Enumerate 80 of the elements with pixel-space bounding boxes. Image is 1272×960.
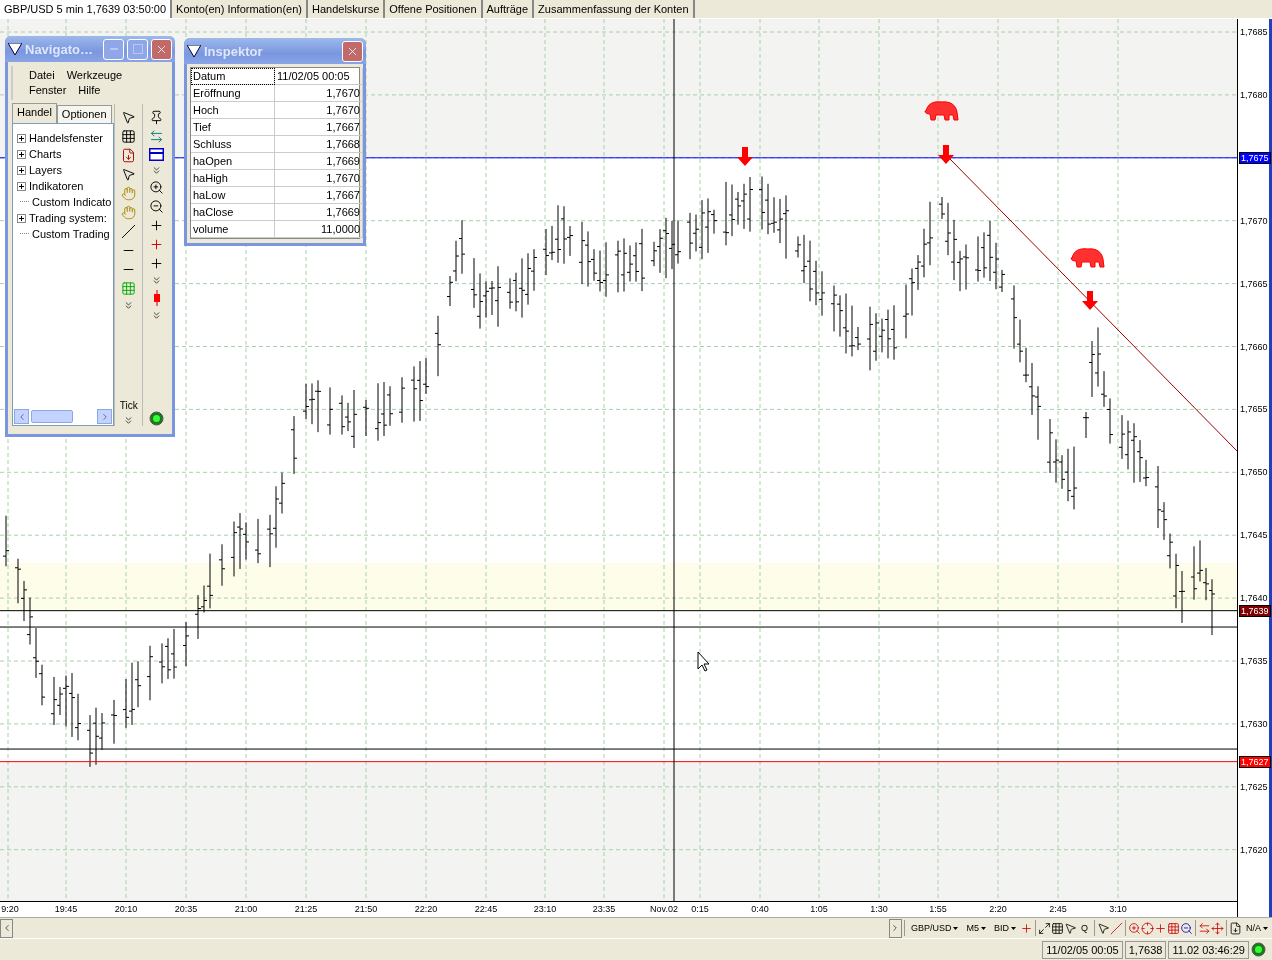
- table-cell: volume: [191, 221, 275, 238]
- axis-label: 1,7640: [1240, 593, 1268, 604]
- table-cell: 11/02/05 00:05: [275, 68, 363, 85]
- axis-label: 1,7670: [1240, 215, 1268, 226]
- table-cell: 1,7667: [275, 119, 363, 136]
- menu-item[interactable]: Datei: [23, 68, 61, 83]
- axis-label: 1,7665: [1240, 278, 1268, 289]
- axis-label: 1,7645: [1240, 530, 1268, 541]
- dropdown[interactable]: M5: [962, 920, 990, 937]
- axis-label: 2:45: [1049, 904, 1067, 914]
- table-cell: 1,7670: [275, 170, 363, 187]
- axis-label: 23:35: [592, 904, 616, 914]
- axis-label: 0:15: [691, 904, 709, 914]
- price-marker: 1,7675: [1239, 151, 1271, 164]
- price-marker: 1,7627: [1239, 755, 1271, 768]
- tree-item[interactable]: Trading system:: [29, 212, 107, 224]
- axis-label: 1,7620: [1240, 844, 1268, 855]
- axis-label: 9:20: [1, 904, 19, 914]
- axis-label: 21:00: [234, 904, 258, 914]
- table-cell: 1,7669: [275, 204, 363, 221]
- table-cell: haClose: [191, 204, 275, 221]
- axis-label: 20:35: [174, 904, 198, 914]
- dropdown[interactable]: GBP/USD: [906, 920, 963, 937]
- tree-item[interactable]: Indikatoren: [29, 180, 84, 192]
- table-cell: 1,7667: [275, 187, 363, 204]
- table-cell: Tief: [191, 119, 275, 136]
- tree-item[interactable]: Custom Trading: [32, 228, 110, 240]
- axis-label: 1,7660: [1240, 341, 1268, 352]
- table-cell: 1,7670: [275, 102, 363, 119]
- menu-item[interactable]: Werkzeuge: [60, 68, 129, 83]
- dropdown[interactable]: BID: [989, 920, 1020, 937]
- menu-item[interactable]: Fenster: [23, 83, 73, 98]
- table-cell: 1,7670: [275, 85, 363, 102]
- axis-label: 22:45: [474, 904, 498, 914]
- axis-label: 23:10: [533, 904, 557, 914]
- table-cell: haLow: [191, 187, 275, 204]
- status-clock: 11.02 03:46:29: [1168, 940, 1249, 959]
- window-title: Inspektor: [204, 43, 264, 59]
- axis-label: 1,7635: [1240, 656, 1268, 666]
- dropdown[interactable]: N/A: [1242, 920, 1272, 937]
- table-cell: haOpen: [191, 153, 275, 170]
- status-price: 1,7638: [1124, 940, 1167, 959]
- axis-label: 1:55: [929, 904, 947, 914]
- axis-label: 21:25: [294, 904, 318, 914]
- axis-label: 22:20: [414, 904, 438, 914]
- axis-label: 1,7680: [1240, 89, 1268, 100]
- tree-item[interactable]: Custom Indicato: [32, 196, 112, 208]
- axis-label: 1,7685: [1240, 27, 1268, 37]
- axis-label: 1,7650: [1240, 467, 1268, 478]
- axis-label: 0:40: [751, 904, 769, 914]
- tree-item[interactable]: Layers: [29, 164, 63, 176]
- table-cell: Hoch: [191, 102, 275, 119]
- menu-item[interactable]: Hilfe: [72, 83, 107, 98]
- tick-label[interactable]: Tick: [119, 400, 138, 411]
- axis-label: 1,7655: [1240, 404, 1268, 415]
- axis-label: 20:10: [114, 904, 138, 914]
- window-title: Navigato…: [25, 41, 94, 57]
- axis-label: 21:50: [354, 904, 378, 914]
- axis-label: 1,7630: [1240, 718, 1268, 729]
- table-cell: Eröffnung: [191, 85, 275, 102]
- table-cell: 1,7668: [275, 136, 363, 153]
- tab[interactable]: GBP/USD 5 min 1,7639 03:50:00: [0, 0, 173, 18]
- axis-label: 1,7625: [1240, 781, 1268, 792]
- table-cell: 1,7669: [275, 153, 363, 170]
- price-marker: 1,7639: [1239, 604, 1271, 617]
- table-cell: 11,0000: [275, 221, 363, 238]
- axis-label: 1:05: [810, 904, 828, 914]
- axis-label: 19:45: [54, 904, 78, 914]
- table-cell: haHigh: [191, 170, 275, 187]
- table-cell: Schluss: [191, 136, 275, 153]
- status-datetime: 11/02/05 00:05: [1042, 940, 1123, 959]
- table-cell: Datum: [191, 68, 275, 85]
- quote-button[interactable]: Q: [1076, 920, 1092, 937]
- tree-item[interactable]: Handelsfenster: [29, 132, 103, 144]
- tree-item[interactable]: Charts: [29, 148, 62, 160]
- tab[interactable]: Handel: [12, 103, 57, 124]
- axis-label: 2:20: [989, 904, 1007, 914]
- axis-label: Nov.02: [650, 904, 678, 914]
- axis-label: 3:10: [1109, 904, 1127, 914]
- axis-label: 1:30: [870, 904, 888, 914]
